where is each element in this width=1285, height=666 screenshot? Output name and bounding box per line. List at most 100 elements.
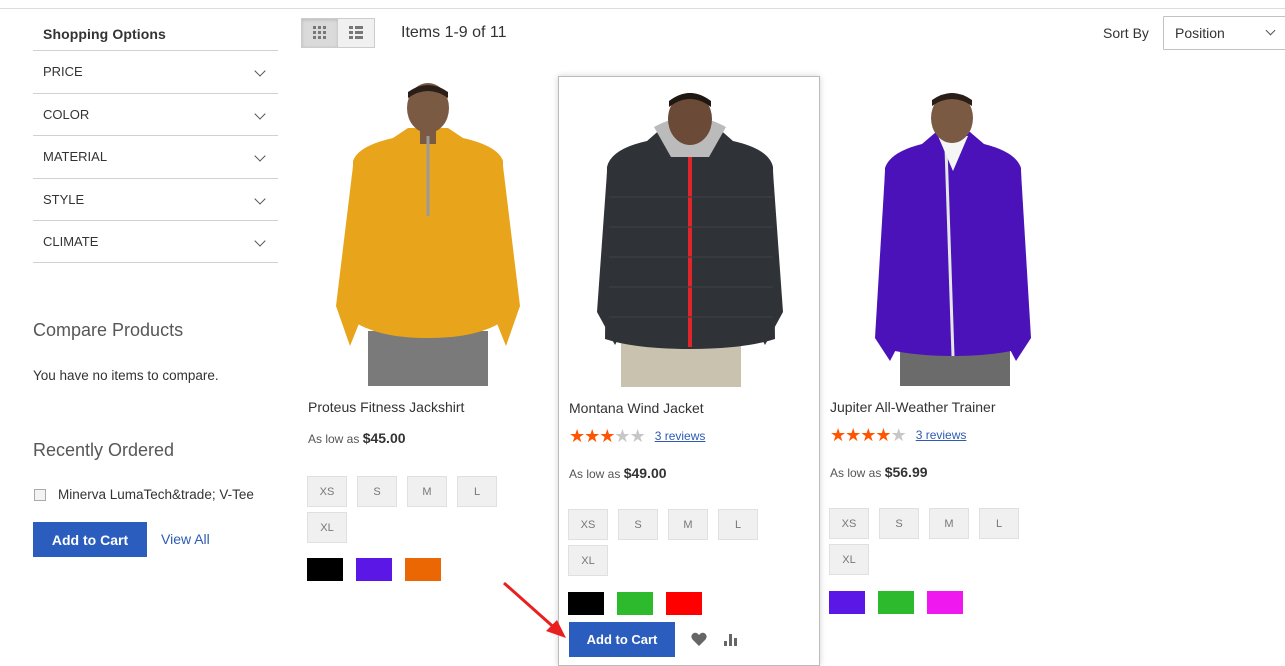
product-name-link[interactable]: Proteus Fitness Jackshirt bbox=[308, 399, 464, 415]
list-icon bbox=[349, 26, 363, 39]
recent-item-checkbox[interactable] bbox=[34, 488, 46, 501]
size-option[interactable]: M bbox=[929, 508, 969, 539]
star-filled-icon: ★ bbox=[875, 425, 891, 445]
filter-label: CLIMATE bbox=[43, 234, 99, 249]
filter-label: MATERIAL bbox=[43, 149, 108, 164]
filter-price[interactable]: PRICE bbox=[33, 50, 278, 93]
model-figure bbox=[597, 93, 783, 387]
product-image[interactable] bbox=[820, 76, 1082, 386]
size-option[interactable]: L bbox=[718, 509, 758, 540]
chevron-down-icon bbox=[254, 65, 266, 77]
size-option[interactable]: S bbox=[618, 509, 658, 540]
filter-color[interactable]: COLOR bbox=[33, 92, 278, 136]
product-price: As low as $56.99 bbox=[830, 464, 928, 480]
price-value: $45.00 bbox=[362, 430, 406, 446]
size-option[interactable]: XL bbox=[829, 544, 869, 575]
product-name-link[interactable]: Jupiter All-Weather Trainer bbox=[830, 399, 995, 415]
product-image[interactable] bbox=[559, 77, 821, 387]
size-option[interactable]: M bbox=[407, 476, 447, 507]
sidebar: Shopping Options PRICE COLOR MATERIAL ST… bbox=[33, 18, 278, 263]
color-option[interactable] bbox=[878, 591, 914, 614]
filter-climate[interactable]: CLIMATE bbox=[33, 220, 278, 263]
rating-stars: ★★★★★ bbox=[830, 425, 907, 445]
price-value: $56.99 bbox=[884, 464, 928, 480]
view-all-link[interactable]: View All bbox=[161, 531, 210, 547]
product-name-link[interactable]: Montana Wind Jacket bbox=[569, 400, 704, 416]
star-filled-icon: ★ bbox=[845, 425, 861, 445]
sidebar-add-to-cart-button[interactable]: Add to Cart bbox=[33, 522, 147, 557]
filter-label: PRICE bbox=[43, 64, 83, 79]
filter-label: STYLE bbox=[43, 191, 85, 207]
price-prefix: As low as bbox=[569, 467, 621, 481]
arrow-shaft bbox=[503, 581, 559, 633]
add-to-cart-button[interactable]: Add to Cart bbox=[569, 622, 675, 657]
star-filled-icon: ★ bbox=[569, 426, 585, 446]
price-prefix: As low as bbox=[308, 432, 360, 446]
filter-style[interactable]: STYLE bbox=[33, 177, 278, 221]
chevron-down-icon bbox=[254, 235, 266, 247]
annotation-arrow bbox=[503, 581, 566, 638]
grid-icon bbox=[313, 26, 326, 39]
reviews-link[interactable]: 3 reviews bbox=[655, 429, 706, 443]
product-image[interactable] bbox=[298, 76, 560, 386]
size-swatches: XS S M L XL bbox=[829, 508, 1049, 575]
size-option[interactable]: L bbox=[979, 508, 1019, 539]
grid-mode-button[interactable] bbox=[302, 19, 338, 47]
compare-empty-message: You have no items to compare. bbox=[33, 368, 219, 383]
view-mode-switcher bbox=[301, 18, 375, 48]
filter-material[interactable]: MATERIAL bbox=[33, 135, 278, 178]
size-option[interactable]: XS bbox=[568, 509, 608, 540]
chevron-down-icon bbox=[254, 107, 266, 120]
star-empty-icon: ★ bbox=[890, 425, 907, 445]
color-option[interactable] bbox=[356, 558, 392, 581]
color-option[interactable] bbox=[307, 558, 343, 581]
size-option[interactable]: XL bbox=[307, 512, 347, 543]
wishlist-heart-icon[interactable] bbox=[691, 632, 707, 648]
color-option[interactable] bbox=[405, 558, 441, 581]
color-option[interactable] bbox=[666, 592, 702, 615]
product-rating: ★★★★★ 3 reviews bbox=[830, 426, 966, 444]
product-rating: ★★★★★ 3 reviews bbox=[569, 427, 705, 445]
compare-chart-icon[interactable] bbox=[723, 632, 739, 648]
chevron-down-icon bbox=[1265, 25, 1276, 36]
chevron-down-icon bbox=[254, 192, 266, 205]
product-actions: Add to Cart bbox=[569, 622, 739, 657]
shopping-options-title: Shopping Options bbox=[43, 26, 166, 42]
product-card: Montana Wind Jacket ★★★★★ 3 reviews As l… bbox=[558, 76, 820, 666]
price-prefix: As low as bbox=[830, 466, 882, 480]
sort-by-select[interactable]: Position bbox=[1163, 16, 1285, 50]
size-swatches: XS S M L XL bbox=[307, 476, 527, 543]
sort-selected-value: Position bbox=[1175, 25, 1225, 41]
product-price: As low as $49.00 bbox=[569, 465, 667, 481]
color-option[interactable] bbox=[927, 591, 963, 614]
filter-label: COLOR bbox=[43, 106, 90, 122]
recently-ordered-item: Minerva LumaTech&trade; V-Tee bbox=[33, 487, 254, 502]
star-filled-icon: ★ bbox=[584, 426, 600, 446]
color-option[interactable] bbox=[617, 592, 653, 615]
star-empty-icon: ★ bbox=[629, 426, 646, 446]
items-count: Items 1-9 of 11 bbox=[401, 24, 507, 41]
size-option[interactable]: XS bbox=[829, 508, 869, 539]
size-option[interactable]: L bbox=[457, 476, 497, 507]
reviews-link[interactable]: 3 reviews bbox=[916, 428, 967, 442]
rating-stars: ★★★★★ bbox=[569, 426, 646, 446]
product-price: As low as $45.00 bbox=[308, 430, 406, 446]
recently-ordered-title: Recently Ordered bbox=[33, 440, 175, 460]
size-option[interactable]: XL bbox=[568, 545, 608, 576]
size-option[interactable]: M bbox=[668, 509, 708, 540]
product-card: Jupiter All-Weather Trainer ★★★★★ 3 revi… bbox=[820, 76, 1082, 666]
size-swatches: XS S M L XL bbox=[568, 509, 788, 576]
filter-list: PRICE COLOR MATERIAL STYLE CLIMATE bbox=[33, 50, 278, 263]
color-option[interactable] bbox=[829, 591, 865, 614]
size-option[interactable]: S bbox=[879, 508, 919, 539]
color-swatches bbox=[568, 592, 702, 615]
size-option[interactable]: XS bbox=[307, 476, 347, 507]
list-mode-button[interactable] bbox=[338, 19, 374, 47]
star-empty-icon: ★ bbox=[614, 426, 630, 446]
color-swatches bbox=[829, 591, 963, 614]
color-swatches bbox=[307, 558, 441, 581]
star-filled-icon: ★ bbox=[599, 426, 615, 446]
top-divider bbox=[0, 8, 1285, 9]
size-option[interactable]: S bbox=[357, 476, 397, 507]
chevron-down-icon bbox=[254, 150, 266, 162]
